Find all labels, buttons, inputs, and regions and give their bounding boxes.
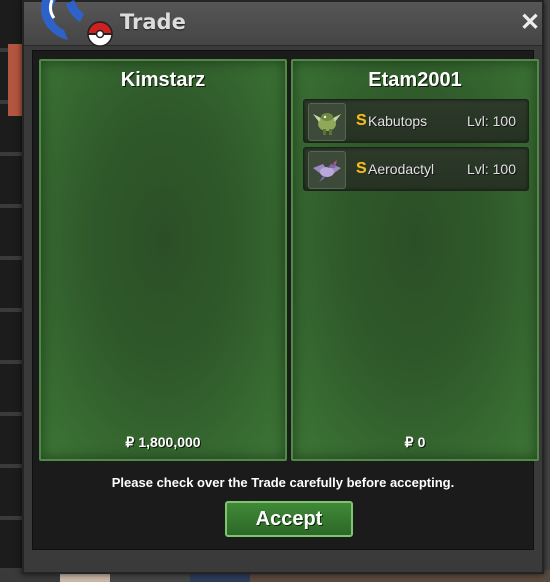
- pokemon-level: Lvl: 100: [466, 161, 516, 177]
- left-trader-money[interactable]: ₽1,800,000: [41, 434, 285, 451]
- trade-notice: Please check over the Trade carefully be…: [111, 475, 455, 490]
- pokemon-name: Kabutops: [368, 113, 428, 129]
- pokeball-logo-icon: [34, 0, 118, 50]
- trade-window: Trade ✕ Kimstarz ₽1,800,000 Etam2001 S K…: [22, 0, 544, 574]
- shiny-badge: S: [356, 112, 367, 129]
- right-trader-panel: Etam2001 S Kabutops Lvl: 100 S Aerodacty…: [291, 59, 539, 461]
- trade-pokemon-item[interactable]: S Kabutops Lvl: 100: [303, 99, 529, 143]
- left-money-value: 1,800,000: [138, 434, 201, 450]
- window-titlebar[interactable]: Trade ✕: [24, 0, 542, 47]
- right-trader-money[interactable]: ₽0: [293, 434, 537, 451]
- game-background-hud-fragment: [8, 44, 22, 116]
- aerodactyl-icon: [308, 151, 346, 189]
- left-trader-panel: Kimstarz ₽1,800,000: [39, 59, 287, 461]
- pokedollar-icon: ₽: [404, 434, 414, 450]
- close-icon[interactable]: ✕: [518, 10, 542, 36]
- right-money-value: 0: [417, 434, 426, 450]
- pokemon-level: Lvl: 100: [466, 113, 516, 129]
- pokedollar-icon: ₽: [125, 434, 135, 450]
- right-trader-name: Etam2001: [368, 69, 462, 91]
- left-trader-name: Kimstarz: [120, 69, 206, 91]
- accept-button[interactable]: Accept: [225, 501, 353, 537]
- trade-pokemon-item[interactable]: S Aerodactyl Lvl: 100: [303, 147, 529, 191]
- pokemon-name: Aerodactyl: [368, 161, 435, 177]
- window-title: Trade: [120, 10, 186, 34]
- shiny-badge: S: [356, 160, 367, 177]
- trade-content: Kimstarz ₽1,800,000 Etam2001 S Kabutops …: [32, 50, 539, 550]
- kabutops-icon: [308, 103, 346, 141]
